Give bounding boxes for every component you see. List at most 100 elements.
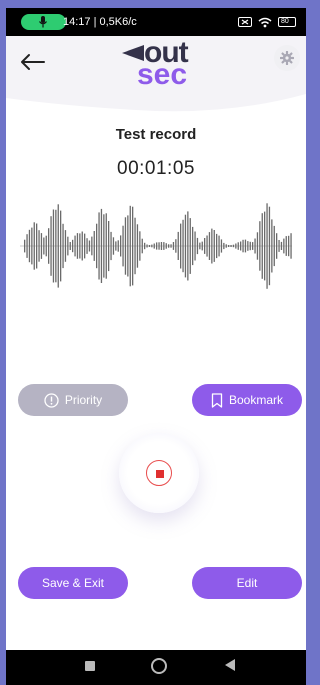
waveform-bar	[100, 208, 103, 283]
waveform-bar	[120, 235, 122, 257]
arrow-left-icon	[21, 54, 45, 70]
waveform-bar	[134, 217, 136, 275]
waveform-bar	[204, 238, 206, 254]
waveform-bar	[220, 239, 223, 253]
priority-label: Priority	[64, 393, 103, 407]
waveform-bar	[52, 209, 55, 283]
waveform-bar	[240, 241, 242, 251]
waveform-bar	[50, 216, 52, 276]
bookmark-icon	[211, 392, 223, 408]
waveform-bar	[139, 231, 141, 261]
outsec-logo: out sec	[122, 36, 202, 92]
waveform-bar	[182, 219, 184, 273]
system-nav-bar	[6, 650, 306, 685]
waveform-bar	[175, 239, 177, 253]
recording-timer: 00:01:05	[117, 158, 195, 179]
waveform-bar	[206, 235, 208, 257]
status-time-speed: 14:17 | 0,5K6/c	[63, 16, 137, 28]
waveform-bar	[43, 237, 45, 255]
waveform-bar	[31, 227, 33, 265]
back-button[interactable]	[18, 50, 46, 74]
waveform-bar	[160, 242, 163, 250]
waveform-bar	[266, 203, 268, 289]
waveform-bar	[81, 231, 83, 261]
bookmark-label: Bookmark	[228, 393, 284, 407]
waveform-bar	[28, 229, 31, 263]
waveform-bar	[271, 219, 273, 273]
waveform-bar	[57, 204, 59, 288]
waveform-bar	[40, 233, 43, 259]
waveform-bar	[72, 239, 74, 253]
waveform-bar	[76, 233, 79, 259]
waveform-bar	[285, 236, 287, 256]
waveform-bar	[268, 206, 271, 286]
priority-button[interactable]: Priority	[18, 384, 128, 416]
waveform-bar	[98, 212, 100, 280]
waveform-bar	[216, 233, 218, 259]
edit-label: Edit	[236, 576, 258, 590]
waveform-bar	[252, 242, 254, 250]
save-exit-label: Save & Exit	[41, 576, 105, 590]
microphone-icon	[39, 16, 47, 28]
waveform-bar	[194, 231, 196, 261]
home-button[interactable]	[151, 658, 167, 674]
system-back-button[interactable]	[224, 658, 236, 672]
gear-icon	[280, 51, 294, 65]
waveform-bar	[223, 242, 225, 250]
waveform-bar	[276, 233, 278, 259]
bookmark-button[interactable]: Bookmark	[192, 384, 302, 416]
waveform-bar	[112, 237, 115, 255]
waveform-bar	[67, 236, 69, 256]
waveform-bar	[127, 215, 129, 277]
waveform-bar	[96, 223, 98, 269]
waveform-bar	[26, 234, 28, 258]
waveform-bar	[225, 244, 227, 248]
waveform-bar	[74, 235, 76, 257]
waveform-bar	[288, 235, 290, 257]
waveform-bar	[278, 240, 280, 252]
waveform-bar	[156, 242, 158, 250]
exclamation-circle-icon	[44, 392, 59, 408]
waveform-bar	[132, 206, 134, 286]
waveform-bar	[84, 233, 86, 259]
waveform-bar	[110, 231, 112, 261]
edit-button[interactable]: Edit	[192, 567, 302, 599]
waveform-bar	[45, 235, 47, 257]
waveform-bar	[124, 217, 127, 275]
waveform-bar	[230, 245, 232, 247]
recording-title: Test record	[115, 126, 197, 143]
waveform-bar	[218, 235, 220, 257]
waveform-bar	[235, 243, 237, 249]
waveform-bar	[24, 239, 26, 253]
mic-active-indicator	[21, 14, 66, 30]
waveform-bar	[153, 243, 155, 249]
waveform-bar	[108, 221, 110, 272]
settings-button[interactable]	[274, 45, 300, 71]
waveform-bar	[165, 243, 167, 249]
waveform-bar	[36, 223, 38, 269]
waveform-bar	[151, 244, 153, 248]
waveform-bar	[38, 230, 40, 262]
waveform-bar	[189, 218, 191, 274]
save-exit-button[interactable]: Save & Exit	[18, 567, 128, 599]
waveform-bar	[232, 244, 235, 248]
wifi-icon	[258, 17, 272, 27]
status-bar: 14:17 | 0,5K6/c 80	[6, 8, 306, 36]
waveform-bar	[261, 213, 263, 279]
waveform-bar	[69, 242, 71, 250]
recents-button[interactable]	[85, 661, 95, 671]
waveform-bar	[283, 238, 285, 254]
waveform-bar	[136, 224, 139, 268]
waveform-bar	[148, 245, 151, 247]
waveform-bar	[172, 242, 175, 250]
waveform-bar	[60, 210, 62, 282]
waveform-bar	[201, 241, 203, 251]
waveform-bar	[158, 242, 160, 250]
waveform-bar	[256, 232, 259, 260]
waveform-bar	[273, 225, 275, 267]
waveform-bar	[208, 232, 211, 260]
waveform-bar	[79, 233, 81, 259]
waveform-bar	[237, 242, 239, 250]
waveform-bar	[290, 233, 292, 259]
waveform-bar	[55, 209, 57, 283]
